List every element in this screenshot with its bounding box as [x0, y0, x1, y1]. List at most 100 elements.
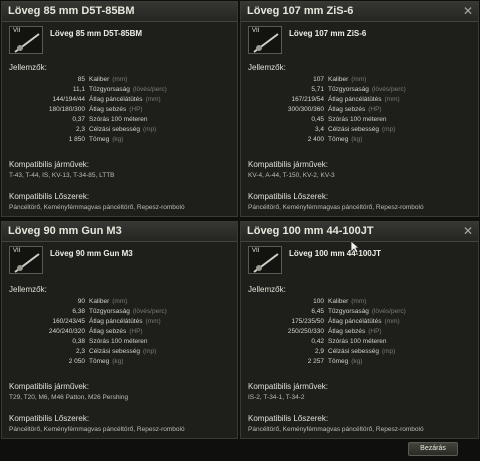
stat-label: Tömeg	[89, 135, 110, 143]
stat-unit: (mm)	[384, 95, 400, 103]
vehicles-list: T29, T20, M6, M46 Patton, M26 Pershing	[9, 394, 129, 401]
stat-row: 2,9 Célzási sebesség (mp)	[248, 346, 448, 356]
panel-title: Löveg 90 mm Gun M3	[2, 222, 237, 242]
vehicles-heading: Kompatibilis járművek:	[248, 382, 329, 391]
gun-panel-zis6: Löveg 107 mm ZiS-6 ✕ VII Löveg 107 mm Zi…	[240, 1, 479, 217]
stat-label: Átlag páncélátütés	[328, 95, 382, 103]
stat-label: Szórás 100 méteren	[328, 115, 387, 123]
gun-thumbnail: VII	[248, 246, 282, 274]
shells-heading: Kompatibilis Lőszerek:	[248, 192, 329, 201]
stat-unit: (kg)	[351, 135, 363, 143]
stat-row: 175/235/50 Átlag páncélátütés (mm)	[248, 316, 448, 326]
vehicles-list: IS-2, T-34-1, T-34-2	[248, 394, 305, 401]
stat-value: 0,42	[311, 337, 324, 345]
stat-label: Átlag sebzés	[328, 105, 366, 113]
stat-row: 0,42 Szórás 100 méteren	[248, 336, 448, 346]
stat-label: Kaliber	[89, 75, 110, 83]
stat-label: Tömeg	[328, 135, 349, 143]
stats-list: 90 Kaliber (mm) 6,38 Tűzgyorsaság (lövés/per…	[9, 296, 209, 366]
gun-panel-d5t85bm: Löveg 85 mm D5T-85BM VII Löveg 85 mm D5T…	[1, 1, 238, 217]
stat-unit: (kg)	[112, 357, 124, 365]
stats-list: 107 Kaliber (mm) 5,71 Tűzgyorsaság (lövés/pe…	[248, 74, 448, 144]
stat-row: 90 Kaliber (mm)	[9, 296, 209, 306]
stat-row: 250/250/330 Átlag sebzés (HP)	[248, 326, 448, 336]
stat-unit: (kg)	[112, 135, 124, 143]
stat-row: 300/300/360 Átlag sebzés (HP)	[248, 104, 448, 114]
stat-value: 160/243/45	[52, 317, 85, 325]
stat-row: 240/240/320 Átlag sebzés (HP)	[9, 326, 209, 336]
stat-value: 2,3	[75, 125, 85, 133]
stat-value: 11,1	[72, 85, 85, 93]
stat-value: 6,38	[72, 307, 85, 315]
stat-label: Átlag páncélátütés	[89, 317, 143, 325]
stat-value: 2,3	[75, 347, 85, 355]
stat-row: 0,37 Szórás 100 méteren	[9, 114, 209, 124]
stat-label: Célzási sebesség	[328, 125, 379, 133]
stat-unit: (lövés/perc)	[371, 85, 406, 93]
stat-unit: (mp)	[142, 125, 157, 133]
characteristics-heading: Jellemzők:	[9, 285, 47, 294]
shells-heading: Kompatibilis Lőszerek:	[9, 414, 90, 423]
gun-icon	[14, 33, 40, 53]
vehicles-heading: Kompatibilis járművek:	[248, 160, 329, 169]
stat-label: Kaliber	[89, 297, 110, 305]
stat-value: 3,4	[314, 125, 324, 133]
panel-title: Löveg 85 mm D5T-85BM	[2, 2, 237, 22]
stat-unit: (mm)	[112, 75, 128, 83]
stat-value: 6,45	[311, 307, 324, 315]
stat-unit: (mm)	[351, 297, 367, 305]
stat-unit: (mm)	[384, 317, 400, 325]
stat-value: 250/250/330	[287, 327, 324, 335]
stat-value: 90	[77, 297, 85, 305]
stat-value: 2 257	[307, 357, 324, 365]
stat-row: 0,45 Szórás 100 méteren	[248, 114, 448, 124]
stat-value: 1 850	[68, 135, 85, 143]
characteristics-heading: Jellemzők:	[248, 285, 286, 294]
gun-thumbnail: VII	[9, 246, 43, 274]
stat-label: Átlag sebzés	[89, 105, 127, 113]
shells-heading: Kompatibilis Lőszerek:	[9, 192, 90, 201]
vehicles-list: T-43, T-44, IS, KV-13, T-34-85, LTTB	[9, 172, 115, 179]
stat-row: 2 400 Tömeg (kg)	[248, 134, 448, 144]
close-icon[interactable]: ✕	[463, 224, 473, 238]
stats-list: 85 Kaliber (mm) 11,1 Tűzgyorsaság (lövés/per…	[9, 74, 209, 144]
stat-label: Átlag páncélátütés	[89, 95, 143, 103]
stat-unit: (lövés/perc)	[132, 307, 167, 315]
stat-row: 144/194/44 Átlag páncélátütés (mm)	[9, 94, 209, 104]
stat-row: 107 Kaliber (mm)	[248, 74, 448, 84]
characteristics-heading: Jellemzők:	[248, 63, 286, 72]
stat-unit: (mm)	[145, 95, 161, 103]
stat-value: 85	[77, 75, 85, 83]
stat-value: 100	[313, 297, 324, 305]
stat-value: 0,45	[311, 115, 324, 123]
gun-name: Löveg 85 mm D5T-85BM	[50, 29, 143, 38]
stat-value: 2 400	[307, 135, 324, 143]
close-button[interactable]: Bezárás	[408, 442, 458, 456]
shells-list: Páncéltörő, Keményfémmagvas páncéltörő, …	[248, 204, 424, 211]
stat-unit: (mm)	[351, 75, 367, 83]
stat-label: Tűzgyorsaság	[328, 307, 369, 315]
stat-value: 2 050	[68, 357, 85, 365]
stat-unit: (HP)	[129, 327, 143, 335]
stat-value: 300/300/360	[287, 105, 324, 113]
gun-name: Löveg 107 mm ZiS-6	[289, 29, 367, 38]
stat-label: Tűzgyorsaság	[328, 85, 369, 93]
close-icon[interactable]: ✕	[463, 4, 473, 18]
stat-value: 2,9	[314, 347, 324, 355]
stat-label: Kaliber	[328, 297, 349, 305]
stat-row: 0,38 Szórás 100 méteren	[9, 336, 209, 346]
mouse-cursor-icon	[350, 240, 360, 254]
stat-unit: (mp)	[381, 347, 396, 355]
stat-label: Szórás 100 méteren	[89, 337, 148, 345]
stat-label: Kaliber	[328, 75, 349, 83]
stat-label: Átlag sebzés	[89, 327, 127, 335]
stat-value: 180/180/300	[48, 105, 85, 113]
gun-thumbnail: VII	[248, 26, 282, 54]
vehicles-list: KV-4, A-44, T-150, KV-2, KV-3	[248, 172, 335, 179]
stat-unit: (lövés/perc)	[132, 85, 167, 93]
stat-value: 240/240/320	[48, 327, 85, 335]
stat-value: 5,71	[311, 85, 324, 93]
stat-value: 175/235/50	[291, 317, 324, 325]
stat-row: 100 Kaliber (mm)	[248, 296, 448, 306]
stat-row: 2,3 Célzási sebesség (mp)	[9, 124, 209, 134]
